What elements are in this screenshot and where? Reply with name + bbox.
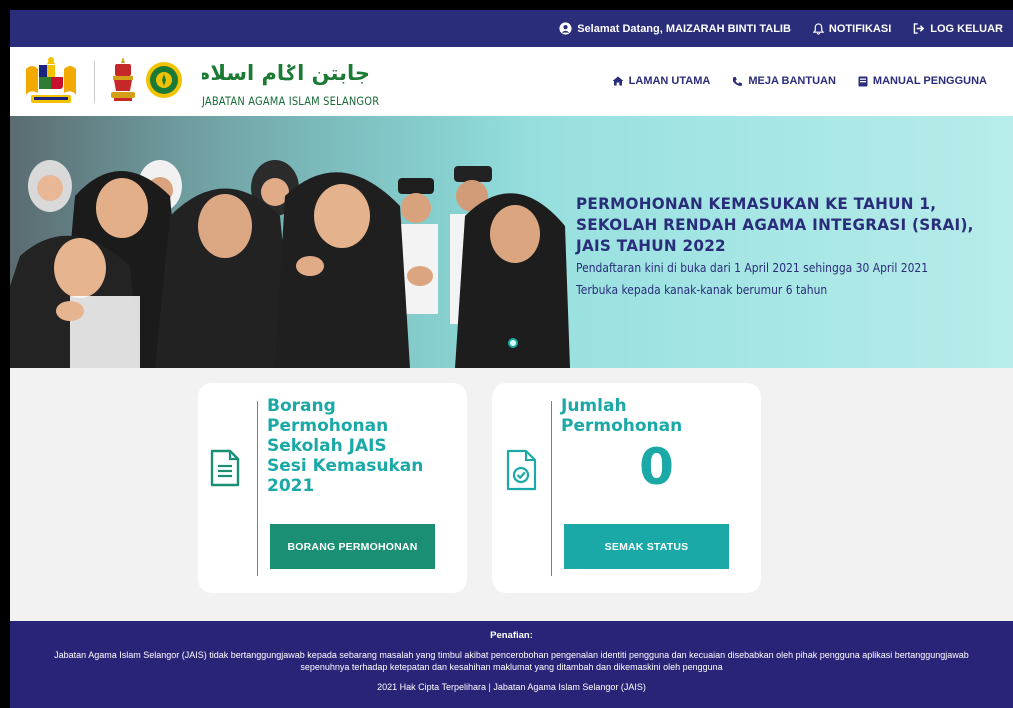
banner-title-line: PERMOHONAN KEMASUKAN KE TAHUN 1,: [576, 194, 937, 213]
application-count-card: Jumlah Permohonan 0 SEMAK STATUS: [492, 383, 761, 593]
book-icon: [858, 76, 868, 86]
header: جابتن اݢام اسلام سلاڠور JABATAN AGAMA IS…: [10, 47, 1013, 116]
home-icon: [612, 76, 624, 86]
welcome-text: Selamat Datang, MAIZARAH BINTI TALIB: [577, 22, 791, 35]
nav-helpdesk[interactable]: MEJA BANTUAN: [732, 75, 836, 87]
notifications-label: NOTIFIKASI: [828, 22, 892, 35]
document-check-icon: [506, 449, 537, 491]
hero-banner: PERMOHONAN KEMASUKAN KE TAHUN 1, SEKOLAH…: [10, 116, 1013, 368]
application-count-title: Jumlah Permohonan: [561, 396, 683, 436]
card-title-line: Sekolah JAIS: [267, 436, 387, 456]
nav-home-label: LAMAN UTAMA: [628, 75, 711, 87]
sign-out-icon: [913, 23, 925, 34]
disclaimer-text: Jabatan Agama Islam Selangor (JAIS) tida…: [54, 650, 969, 672]
banner-registration-dates: Pendaftaran kini di buka dari 1 April 20…: [576, 260, 929, 275]
bell-icon: [812, 22, 824, 35]
disclaimer-heading: Penafian:: [490, 630, 533, 641]
user-circle-icon: [559, 22, 572, 35]
card-title-line: Sesi Kemasukan: [267, 456, 424, 476]
card-title-line: Borang Permohonan: [267, 396, 389, 436]
main-nav: LAMAN UTAMA MEJA BANTUAN MANUAL PENGGUNA: [590, 75, 987, 87]
carousel-indicator[interactable]: [508, 338, 518, 348]
phone-icon: [733, 76, 743, 86]
application-form-title: Borang Permohonan Sekolah JAIS Sesi Kema…: [267, 396, 457, 496]
check-status-button[interactable]: SEMAK STATUS: [564, 524, 729, 569]
jais-seal-logo: [146, 62, 182, 98]
application-count-value: 0: [639, 438, 674, 496]
selangor-crest-logo: [111, 57, 135, 101]
logout-label: LOG KELUAR: [930, 22, 1003, 35]
logo-divider: [94, 61, 95, 103]
nav-helpdesk-label: MEJA BANTUAN: [748, 75, 836, 87]
malaysia-crest-logo: [26, 57, 76, 103]
card-title-line: 2021: [267, 476, 315, 496]
jawi-text: جابتن اݢام اسلام سلاڠور: [202, 61, 370, 85]
nav-manual-label: MANUAL PENGGUNA: [872, 75, 987, 87]
application-form-card: Borang Permohonan Sekolah JAIS Sesi Kema…: [198, 383, 467, 593]
org-name: JABATAN AGAMA ISLAM SELANGOR: [202, 94, 380, 108]
nav-manual[interactable]: MANUAL PENGGUNA: [858, 75, 987, 87]
document-icon: [210, 449, 240, 487]
application-form-button[interactable]: BORANG PERMOHONAN: [270, 524, 435, 569]
notifications-link[interactable]: NOTIFIKASI: [812, 22, 892, 35]
jawi-wordmark: جابتن اݢام اسلام سلاڠور: [202, 61, 370, 85]
banner-title-line: JAIS TAHUN 2022: [576, 236, 726, 255]
banner-title: PERMOHONAN KEMASUKAN KE TAHUN 1, SEKOLAH…: [576, 193, 974, 256]
logout-link[interactable]: LOG KELUAR: [913, 23, 1003, 35]
banner-title-line: SEKOLAH RENDAH AGAMA INTEGRASI (SRAI),: [576, 215, 974, 234]
top-bar: Selamat Datang, MAIZARAH BINTI TALIB NOT…: [10, 10, 1013, 47]
card-divider: [257, 401, 258, 576]
footer: Penafian: Jabatan Agama Islam Selangor (…: [10, 621, 1013, 708]
banner-eligibility: Terbuka kepada kanak-kanak berumur 6 tah…: [576, 282, 828, 297]
page: Selamat Datang, MAIZARAH BINTI TALIB NOT…: [10, 10, 1013, 708]
welcome-user[interactable]: Selamat Datang, MAIZARAH BINTI TALIB: [559, 22, 791, 35]
nav-home[interactable]: LAMAN UTAMA: [612, 75, 711, 87]
copyright-text: 2021 Hak Cipta Terpelihara | Jabatan Aga…: [377, 682, 646, 692]
students-photo: [10, 116, 570, 368]
banner-text: PERMOHONAN KEMASUKAN KE TAHUN 1, SEKOLAH…: [576, 193, 995, 300]
